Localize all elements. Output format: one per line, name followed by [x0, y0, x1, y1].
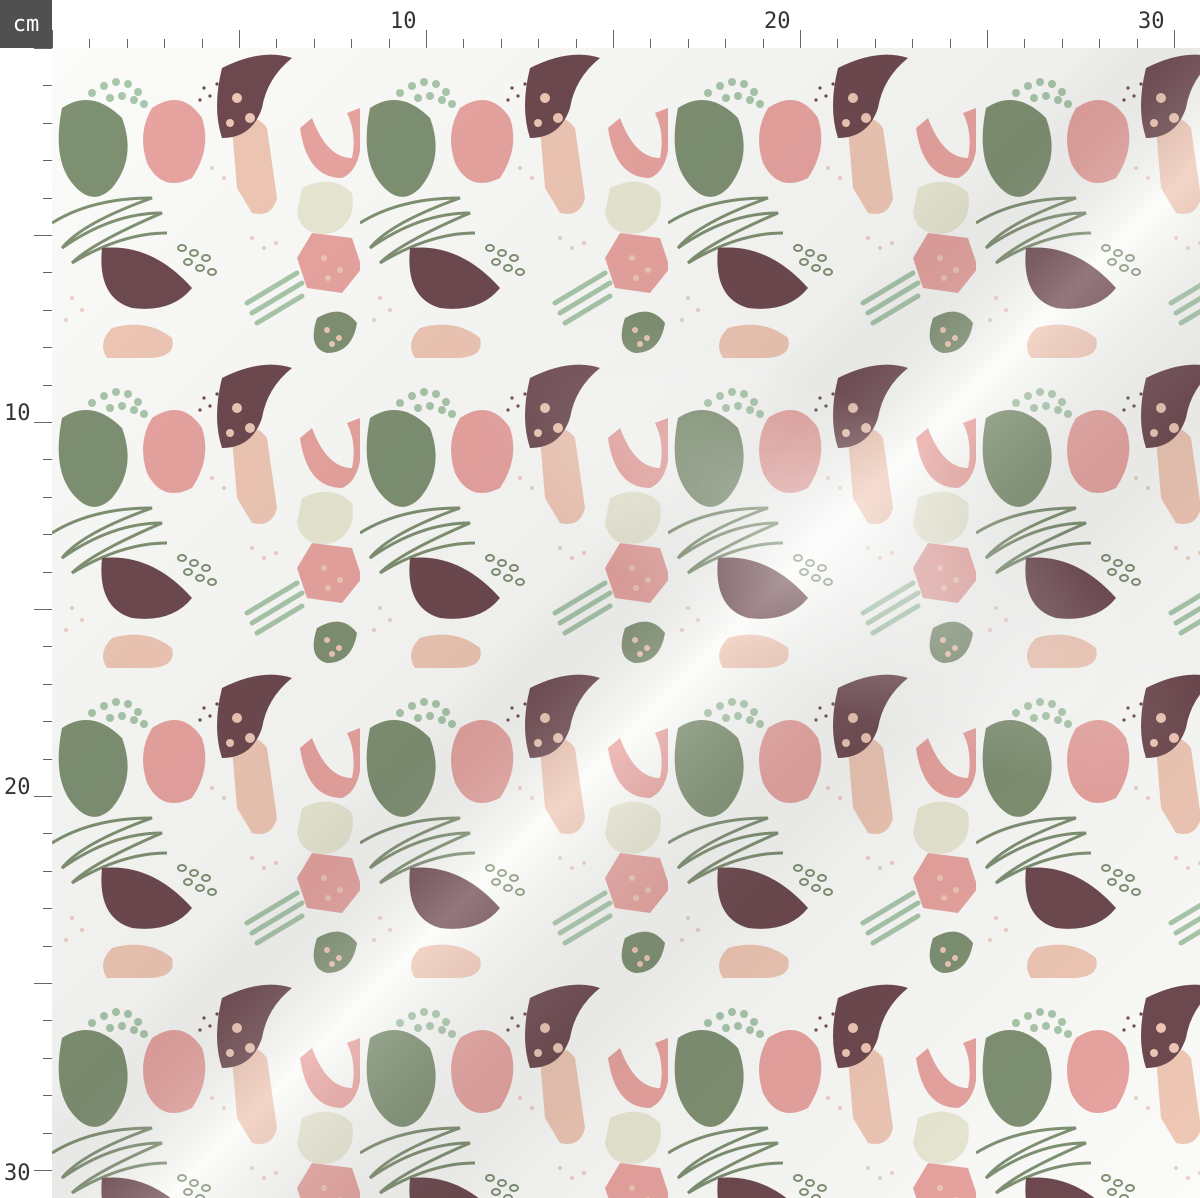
top-ruler-ticks	[52, 30, 1175, 48]
fabric-print	[52, 48, 1200, 1198]
left-ruler: 10 20 30	[0, 48, 52, 1198]
unit-label: cm	[0, 0, 52, 48]
left-label-20: 20	[4, 775, 31, 800]
top-label-30: 30	[1138, 9, 1165, 34]
top-label-10: 10	[390, 9, 417, 34]
left-ruler-ticks	[34, 48, 52, 1171]
top-label-20: 20	[764, 9, 791, 34]
fabric-preview: cm 10 20 30 10 20 30	[0, 0, 1200, 1198]
left-label-10: 10	[4, 401, 31, 426]
top-ruler: 10 20 30	[52, 0, 1200, 48]
left-label-30: 30	[4, 1161, 31, 1186]
